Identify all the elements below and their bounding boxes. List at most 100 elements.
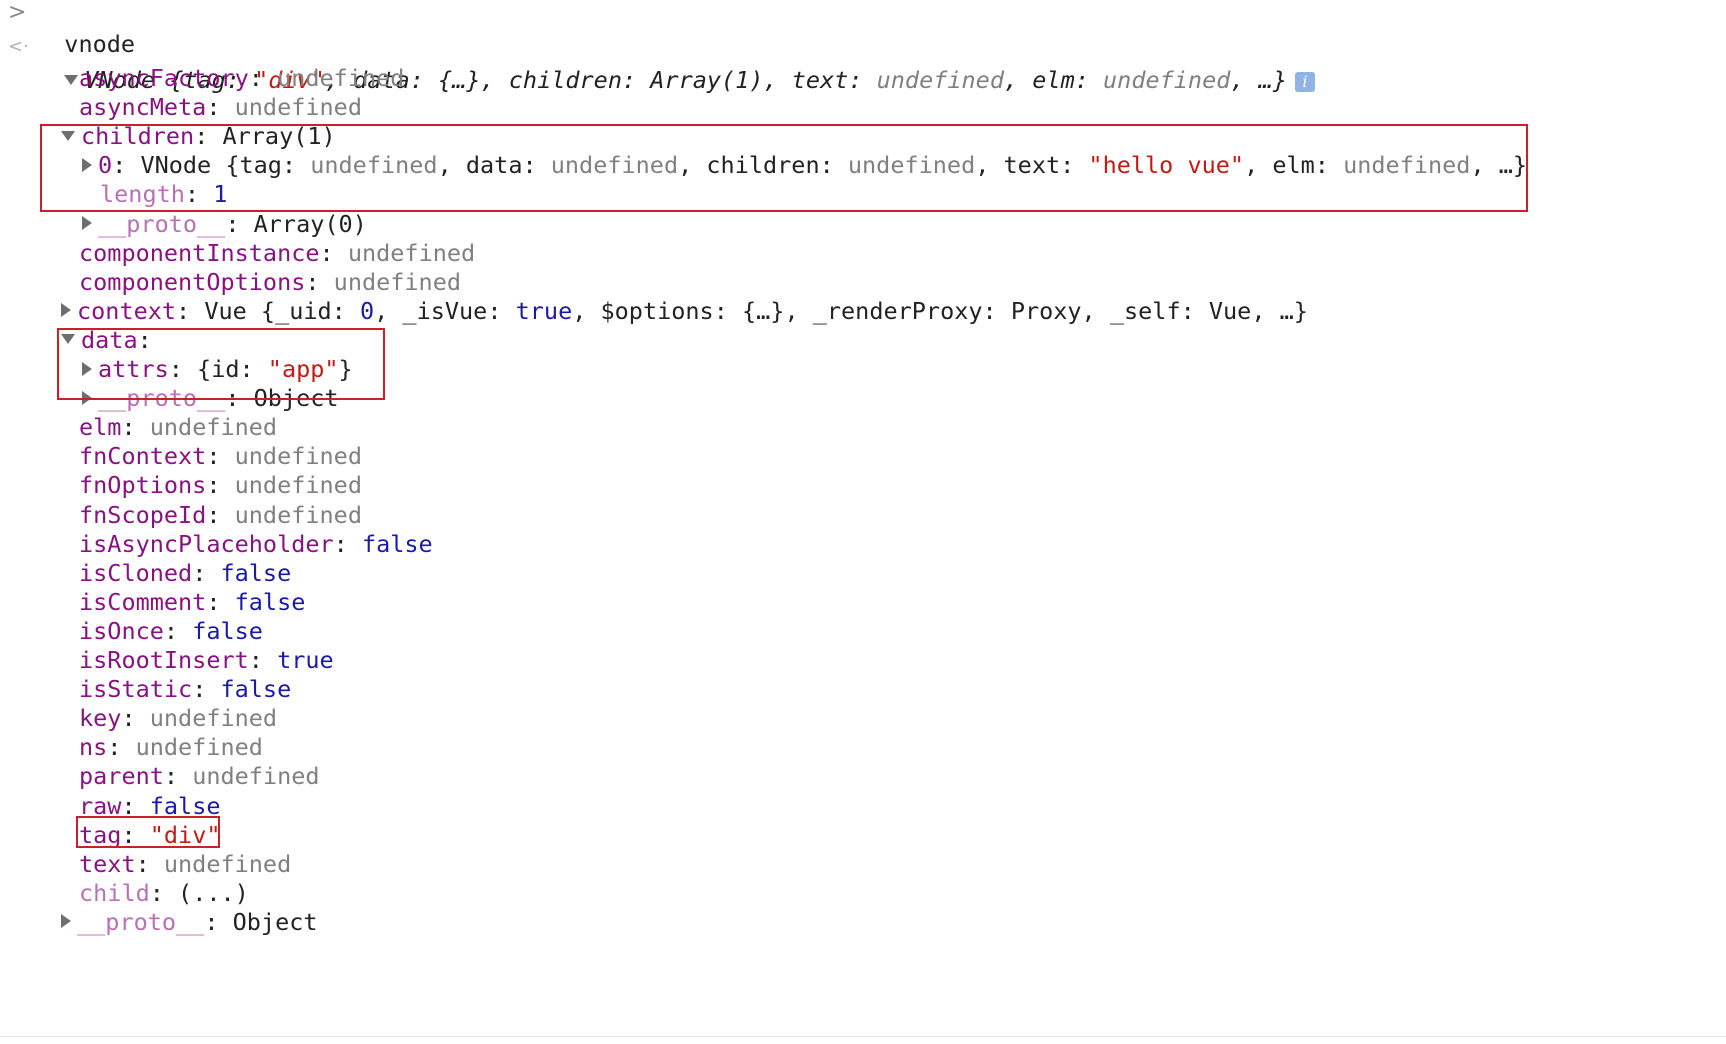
expand-right-icon[interactable] [61, 303, 71, 318]
property-row: raw: false [79, 790, 221, 822]
property-row: isStatic: false [79, 673, 291, 705]
property-value: true [277, 646, 334, 674]
property-value: false [220, 675, 292, 704]
property-key: child [79, 878, 150, 907]
property-key: ns [79, 733, 108, 762]
property-row: isComment: false [79, 586, 305, 618]
property-key: isComment [79, 587, 207, 616]
summary-part: undefined [1103, 66, 1231, 94]
colon: : [206, 93, 235, 122]
property-key: elm [79, 413, 122, 442]
property-value: undefined [234, 442, 362, 471]
property-row[interactable]: __proto__: Object [61, 906, 318, 938]
colon: : [206, 587, 235, 616]
property-key: asyncMeta [79, 93, 207, 122]
colon: : [305, 267, 334, 296]
colon: : [163, 762, 193, 791]
colon: : [137, 325, 166, 354]
property-row: text: undefined [79, 848, 291, 880]
property-row[interactable]: 0: VNode {tag: undefined, data: undefine… [82, 149, 1527, 181]
property-value: false [149, 791, 221, 820]
property-key: parent [79, 762, 164, 791]
colon: : [112, 151, 141, 180]
property-row: parent: undefined [79, 760, 320, 792]
property-key: fnScopeId [79, 500, 207, 529]
property-key: componentOptions [79, 267, 306, 296]
console-divider [0, 1036, 1726, 1037]
property-key: key [79, 704, 122, 733]
expand-right-icon[interactable] [82, 216, 92, 230]
property-value: Object [232, 907, 318, 936]
colon: : [225, 209, 254, 238]
property-row[interactable]: context: Vue {_uid: 0, _isVue: true, $op… [61, 295, 1308, 327]
property-value: undefined [234, 500, 362, 529]
summary-part: , data: {…}, children: Array(1), text: [324, 66, 877, 94]
property-row: componentOptions: undefined [79, 266, 461, 298]
property-row[interactable]: children: Array(1) [61, 120, 336, 152]
property-row: isAsyncPlaceholder: false [79, 528, 433, 560]
colon: : [176, 296, 205, 325]
colon: : [248, 646, 278, 674]
colon: : [121, 820, 150, 849]
colon: : [319, 238, 348, 267]
property-key: length [100, 180, 185, 209]
colon: : [163, 616, 193, 645]
property-value: undefined [192, 762, 320, 791]
colon: : [149, 878, 179, 907]
property-value: false [220, 558, 292, 587]
colon: : [204, 907, 233, 936]
console-command[interactable]: vnode [36, 0, 135, 58]
colon: : [121, 704, 150, 733]
property-row: isRootInsert: true [79, 644, 334, 676]
vnode-summary[interactable]: VNode {tag: "div", data: {…}, children: … [36, 32, 1315, 94]
property-key: data [81, 325, 138, 354]
property-key: __proto__ [98, 384, 226, 413]
property-key: isAsyncPlaceholder [79, 529, 334, 558]
info-icon[interactable]: i [1294, 71, 1315, 92]
property-key: tag [79, 820, 122, 849]
expand-down-icon[interactable] [61, 334, 75, 345]
expand-right-icon[interactable] [82, 390, 92, 405]
property-value: undefined [234, 471, 362, 500]
property-key: children [81, 122, 195, 151]
property-row: componentInstance: undefined [79, 237, 475, 269]
property-key: asyncFactory [79, 64, 249, 92]
property-value: Array(1) [222, 122, 336, 151]
property-value: undefined [277, 64, 405, 92]
property-row[interactable]: attrs: {id: "app"} [82, 353, 353, 385]
property-value: Vue {_uid: 0, _isVue: true, $options: {…… [204, 296, 1308, 325]
summary-part: , …} [1230, 66, 1287, 94]
property-row: fnScopeId: undefined [79, 499, 362, 531]
colon: : [121, 413, 150, 442]
property-row: fnOptions: undefined [79, 469, 362, 501]
property-row: tag: "div" [79, 819, 221, 851]
property-value: "div" [149, 820, 221, 849]
property-value: Array(0) [253, 209, 367, 238]
property-row: ns: undefined [79, 731, 263, 763]
expand-right-icon[interactable] [82, 157, 92, 172]
property-row[interactable]: __proto__: Object [82, 382, 339, 414]
expand-right-icon[interactable] [61, 914, 71, 929]
colon: : [206, 500, 235, 529]
property-row[interactable]: __proto__: Array(0) [82, 208, 367, 240]
expand-right-icon[interactable] [82, 361, 92, 376]
property-row: fnContext: undefined [79, 440, 362, 472]
colon: : [192, 675, 221, 704]
colon: : [333, 529, 362, 558]
property-value: undefined [333, 267, 462, 296]
colon: : [192, 558, 221, 587]
colon: : [225, 384, 254, 413]
property-value: false [192, 616, 263, 645]
colon: : [168, 355, 198, 383]
property-key: isStatic [79, 675, 193, 704]
property-value: {id: "app"} [197, 355, 353, 383]
property-row: isCloned: false [79, 557, 291, 589]
property-row[interactable]: data: [61, 324, 166, 356]
property-row: key: undefined [79, 702, 277, 734]
property-key: __proto__ [98, 209, 226, 238]
property-row: asyncMeta: undefined [79, 91, 362, 123]
property-row: length: 1 [100, 178, 227, 210]
property-key: isOnce [79, 616, 164, 645]
expand-down-icon[interactable] [61, 130, 75, 141]
expand-down-icon[interactable] [64, 74, 79, 85]
